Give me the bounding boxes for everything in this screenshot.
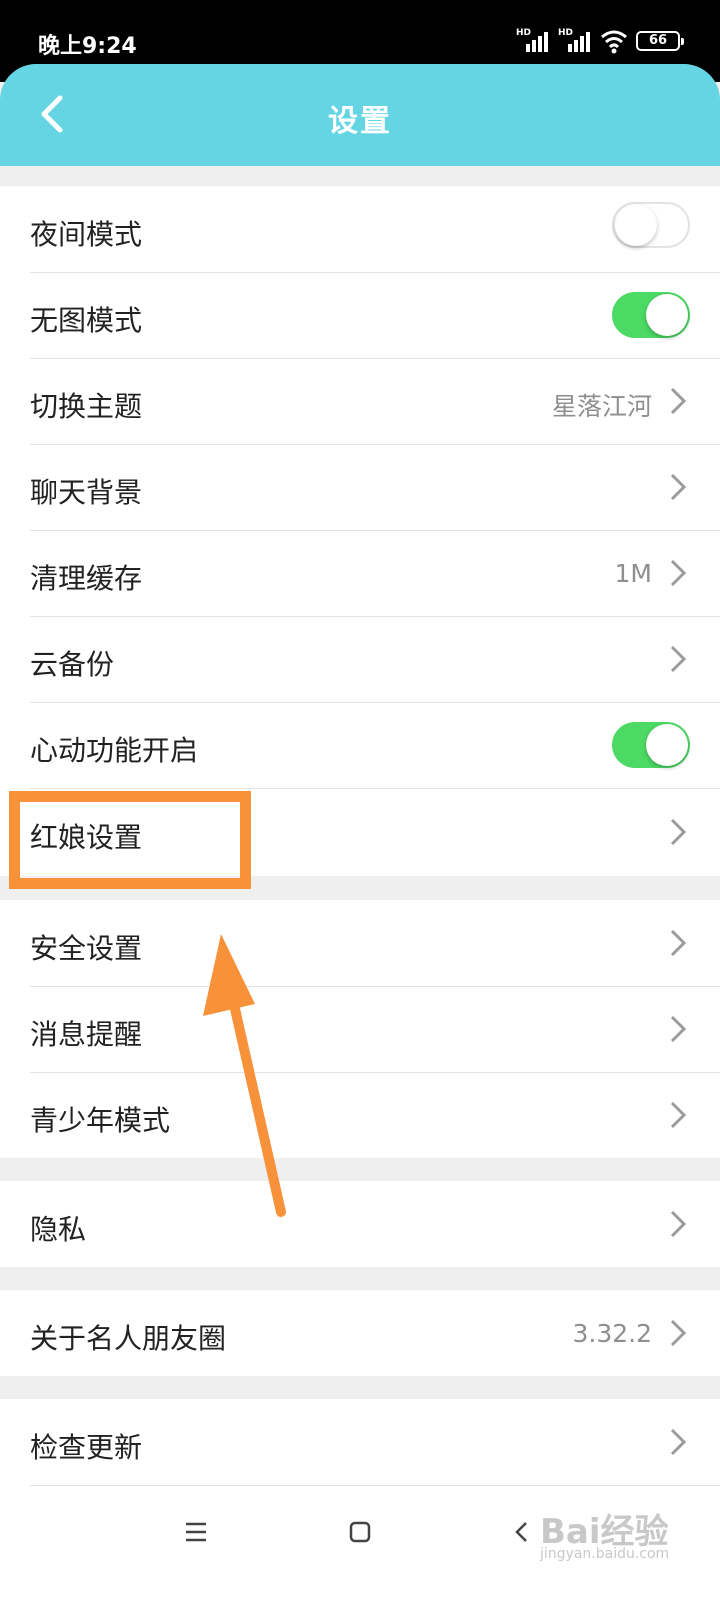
row-label: 青少年模式 <box>30 1104 171 1137</box>
row-message-alerts[interactable]: 消息提醒 <box>0 986 720 1072</box>
page-title: 设置 <box>328 104 392 139</box>
cache-size-value: 1M <box>614 559 652 588</box>
annotation-arrow <box>203 934 286 1217</box>
row-switch-theme[interactable]: 切换主题 星落江河 <box>0 358 720 444</box>
chevron-right-icon <box>670 818 687 846</box>
row-label: 关于名人朋友圈 <box>30 1322 227 1355</box>
settings-group-about: 关于名人朋友圈 3.32.2 <box>0 1290 720 1376</box>
chevron-right-icon <box>670 559 687 587</box>
chevron-right-icon <box>670 1210 687 1238</box>
row-label: 清理缓存 <box>30 562 143 595</box>
row-label: 云备份 <box>30 648 115 681</box>
app-header: 设置 <box>0 64 720 166</box>
row-no-image-mode[interactable]: 无图模式 <box>0 272 720 358</box>
row-label: 隐私 <box>30 1213 87 1246</box>
menu-icon[interactable] <box>176 1512 216 1552</box>
highlight-box <box>9 791 251 889</box>
signal-hd-label-2: HD <box>558 28 574 38</box>
home-square-icon[interactable] <box>340 1512 380 1552</box>
wifi-icon <box>601 30 627 54</box>
watermark-url: jingyan.baidu.com <box>540 1546 670 1562</box>
row-label: 切换主题 <box>30 390 143 423</box>
row-cloud-backup[interactable]: 云备份 <box>0 616 720 702</box>
battery-icon: 66 <box>636 31 684 51</box>
row-about[interactable]: 关于名人朋友圈 3.32.2 <box>0 1290 720 1376</box>
status-time: 晚上9:24 <box>38 34 137 59</box>
status-icons: HD HD 66 <box>516 26 684 56</box>
row-label: 无图模式 <box>30 304 143 337</box>
night-mode-toggle[interactable] <box>612 202 690 248</box>
row-check-update[interactable]: 检查更新 <box>0 1399 720 1485</box>
chevron-right-icon <box>670 1319 687 1347</box>
row-chat-background[interactable]: 聊天背景 <box>0 444 720 530</box>
chevron-right-icon <box>670 1015 687 1043</box>
version-value: 3.32.2 <box>572 1319 652 1348</box>
settings-group-security: 安全设置 消息提醒 青少年模式 <box>0 900 720 1158</box>
row-label: 夜间模式 <box>30 218 143 251</box>
chevron-right-icon <box>670 645 687 673</box>
row-privacy[interactable]: 隐私 <box>0 1181 720 1267</box>
baidu-watermark: Bai经验 jingyan.baidu.com <box>536 1498 676 1584</box>
no-image-mode-toggle[interactable] <box>612 292 690 338</box>
row-label: 安全设置 <box>30 932 143 965</box>
chevron-right-icon <box>670 929 687 957</box>
row-label: 聊天背景 <box>30 476 143 509</box>
chevron-right-icon <box>670 1101 687 1129</box>
signal-icon-2: HD <box>558 28 592 54</box>
row-label: 检查更新 <box>30 1431 143 1464</box>
row-clear-cache[interactable]: 清理缓存 1M <box>0 530 720 616</box>
chevron-right-icon <box>670 473 687 501</box>
row-teen-mode[interactable]: 青少年模式 <box>0 1072 720 1158</box>
signal-icon: HD <box>516 28 550 54</box>
theme-value: 星落江河 <box>551 392 652 421</box>
settings-group-display: 夜间模式 无图模式 切换主题 星落江河 聊天背景 清理缓存 1M 云备份 心动功… <box>0 186 720 876</box>
row-heartbeat-feature[interactable]: 心动功能开启 <box>0 702 720 788</box>
settings-group-update: 检查更新 <box>0 1399 720 1488</box>
row-label: 消息提醒 <box>30 1018 143 1051</box>
row-security-settings[interactable]: 安全设置 <box>0 900 720 986</box>
row-label: 心动功能开启 <box>30 734 199 767</box>
chevron-right-icon <box>670 387 687 415</box>
signal-hd-label: HD <box>516 28 532 38</box>
row-night-mode[interactable]: 夜间模式 <box>0 186 720 272</box>
chevron-right-icon <box>670 1428 687 1456</box>
heartbeat-feature-toggle[interactable] <box>612 722 690 768</box>
settings-group-privacy: 隐私 <box>0 1181 720 1267</box>
